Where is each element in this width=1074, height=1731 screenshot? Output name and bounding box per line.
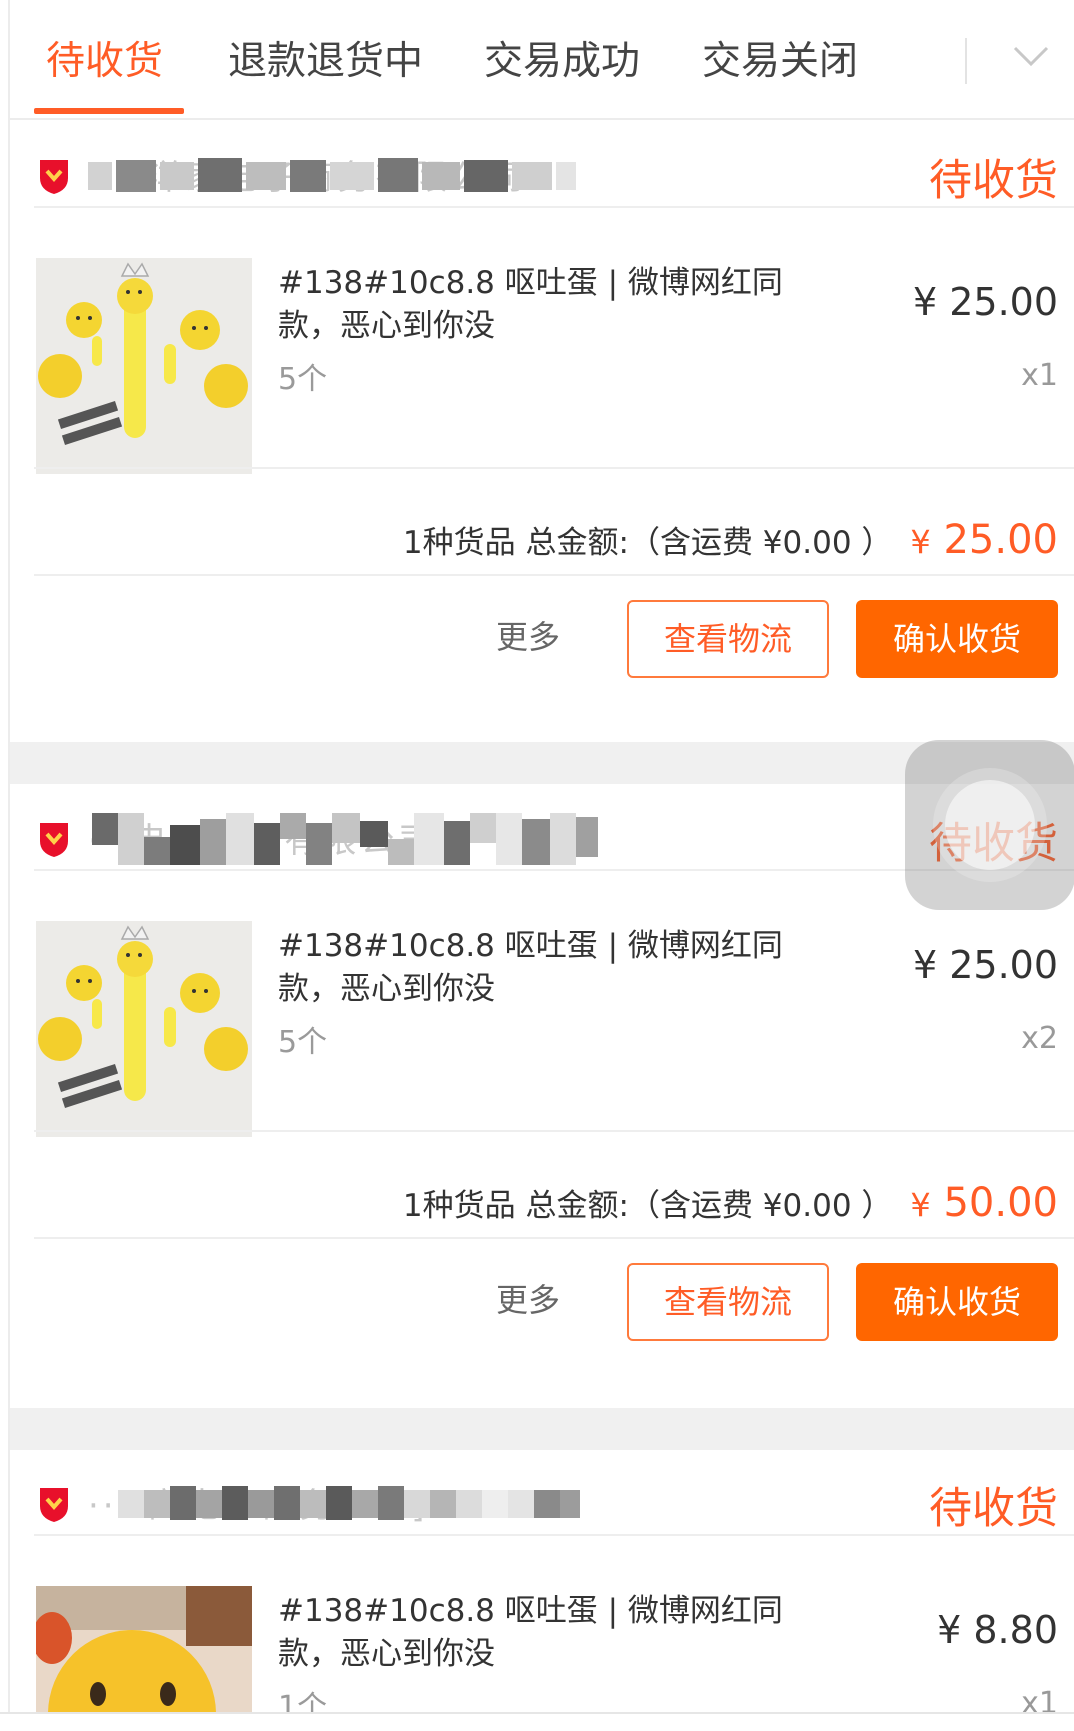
view-logistics-button[interactable]: 查看物流 — [627, 1263, 829, 1341]
order-total-label: 1种货品 总金额:（含运费 ¥0.00 ） — [402, 1188, 893, 1224]
product-thumbnail — [36, 1586, 252, 1712]
product-quantity: x2 — [1021, 1021, 1058, 1056]
divider — [34, 1237, 1074, 1239]
shop-header: ··· 商电子商务 ··· ] — [10, 1450, 1074, 1558]
tab-awaiting-receipt[interactable]: 待收货 — [46, 30, 163, 86]
order-actions: 更多 查看物流 确认收货 — [10, 1255, 1074, 1341]
order-total-row: 1种货品 总金额:（含运费 ¥0.00 ） ¥ 25.00 — [10, 517, 1074, 577]
product-spec: 5个 — [278, 1025, 328, 1060]
order-item[interactable]: #138#10c8.8 呕吐蛋 | 微博网红同款，恶心到你没 5个 ¥ 25.0… — [10, 895, 1074, 1137]
product-spec: 1个 — [278, 1690, 328, 1712]
product-quantity: x1 — [1021, 358, 1058, 393]
currency-symbol: ¥ — [910, 523, 931, 561]
product-quantity: x1 — [1021, 1686, 1058, 1712]
divider — [34, 1534, 1074, 1536]
order-status-label: 待收货 — [929, 156, 1058, 206]
order-total-amount: ¥ 50.00 — [910, 1180, 1058, 1226]
tab-closed[interactable]: 交易关闭 — [702, 30, 858, 86]
divider — [34, 574, 1074, 576]
currency-symbol: ¥ — [910, 1186, 931, 1224]
product-price: ¥ 25.00 — [912, 280, 1058, 324]
divider — [34, 467, 1074, 469]
tab-refund-return[interactable]: 退款退货中 — [228, 30, 423, 86]
order-total-amount: ¥ 25.00 — [910, 517, 1058, 563]
shield-icon — [38, 156, 70, 196]
order-status-label: 待收货 — [929, 1484, 1058, 1534]
product-thumbnail — [36, 258, 252, 474]
tab-divider — [965, 38, 967, 84]
order-item[interactable]: #138#10c8.8 呕吐蛋 | 微博网红同款，恶心到你没 1个 ¥ 8.80… — [10, 1560, 1074, 1712]
product-spec: 5个 — [278, 362, 328, 397]
product-price: ¥ 8.80 — [937, 1608, 1058, 1652]
shield-icon — [38, 1484, 70, 1524]
shop-header: ··· 洋家电子商务有限公司 待收货 — [10, 122, 1074, 230]
order-item[interactable]: #138#10c8.8 呕吐蛋 | 微博网红同款，恶心到你没 5个 ¥ 25.0… — [10, 232, 1074, 474]
product-title: #138#10c8.8 呕吐蛋 | 微博网红同款，恶心到你没 — [278, 1593, 783, 1672]
order-card: ··· 商电子商务 ··· ] — [10, 1450, 1074, 1712]
amount-value: 25.00 — [943, 517, 1058, 563]
shop-name[interactable]: ···电子商务有限公司] — [88, 813, 648, 867]
product-price: ¥ 25.00 — [912, 943, 1058, 987]
assistive-touch-button[interactable] — [905, 740, 1074, 910]
view-logistics-button[interactable]: 查看物流 — [627, 600, 829, 678]
order-total-label: 1种货品 总金额:（含运费 ¥0.00 ） — [402, 525, 893, 561]
order-card: ··· 洋家电子商务有限公司 待收货 — [10, 122, 1074, 742]
order-actions: 更多 查看物流 确认收货 — [10, 592, 1074, 678]
assistive-touch-dot — [945, 780, 1035, 870]
product-title: #138#10c8.8 呕吐蛋 | 微博网红同款，恶心到你没 — [278, 265, 783, 344]
more-button[interactable]: 更多 — [496, 1275, 560, 1321]
product-thumbnail — [36, 921, 252, 1137]
confirm-receipt-button[interactable]: 确认收货 — [856, 600, 1058, 678]
tab-completed[interactable]: 交易成功 — [484, 30, 640, 86]
section-gap — [10, 1408, 1074, 1450]
active-tab-indicator — [34, 108, 184, 114]
order-total-row: 1种货品 总金额:（含运费 ¥0.00 ） ¥ 50.00 — [10, 1180, 1074, 1240]
bottom-edge — [0, 1712, 1074, 1731]
app-frame: 待收货 退款退货中 交易成功 交易关闭 ··· 洋家电子商务有限公司 — [10, 0, 1074, 1712]
amount-value: 50.00 — [943, 1180, 1058, 1226]
more-button[interactable]: 更多 — [496, 612, 560, 658]
product-title: #138#10c8.8 呕吐蛋 | 微博网红同款，恶心到你没 — [278, 928, 783, 1007]
divider — [34, 206, 1074, 208]
chevron-down-icon[interactable] — [1005, 30, 1057, 82]
shop-name[interactable]: ··· 商电子商务 ··· ] — [88, 1478, 648, 1532]
confirm-receipt-button[interactable]: 确认收货 — [856, 1263, 1058, 1341]
order-list-screen: 待收货 退款退货中 交易成功 交易关闭 ··· 洋家电子商务有限公司 — [0, 0, 1074, 1731]
order-status-tabs: 待收货 退款退货中 交易成功 交易关闭 — [10, 0, 1074, 120]
divider — [34, 1130, 1074, 1132]
shield-icon — [38, 819, 70, 859]
shop-name[interactable]: ··· 洋家电子商务有限公司 — [88, 150, 648, 204]
